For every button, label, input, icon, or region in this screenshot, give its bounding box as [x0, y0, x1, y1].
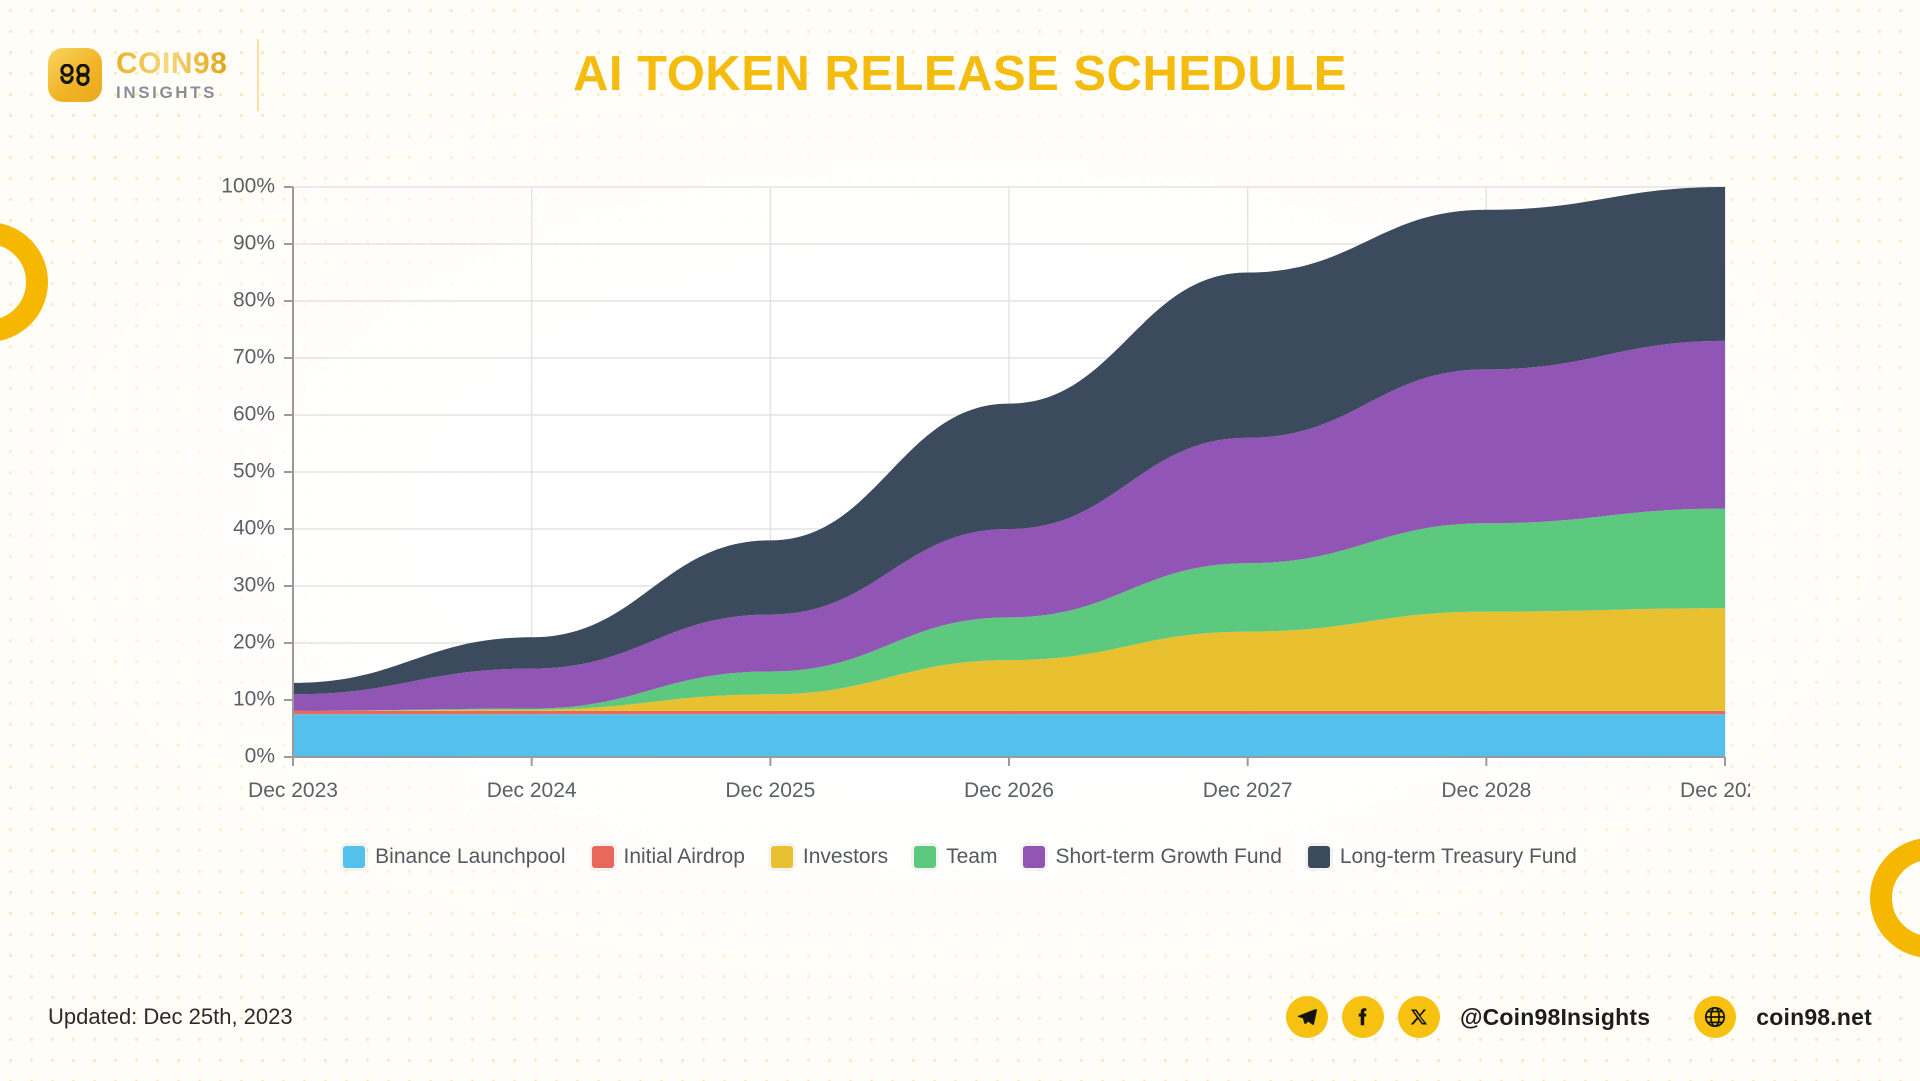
legend-swatch — [1023, 846, 1046, 868]
y-tick-label: 10% — [233, 688, 275, 711]
legend-swatch — [343, 846, 366, 868]
legend-item[interactable]: Team — [914, 845, 997, 869]
y-tick-label: 50% — [233, 460, 275, 483]
facebook-icon[interactable] — [1341, 996, 1384, 1038]
y-tick-label: 100% — [221, 175, 275, 198]
chart-y-tick-labels: 0% 10% 20% 30% 40% 50% 60% 70% 80% 90% 100% — [221, 175, 275, 768]
chart-x-tick-labels: Dec 2023 Dec 2024 Dec 2025 Dec 2026 Dec 2027… — [248, 779, 1750, 802]
y-tick-label: 0% — [245, 745, 275, 768]
page-header: COIN98 INSIGHTS AI TOKEN RELEASE SCHEDUL… — [0, 0, 1920, 150]
x-tick-label: Dec 2028 — [1441, 779, 1531, 802]
y-tick-label: 40% — [233, 517, 275, 540]
legend-item[interactable]: Initial Airdrop — [591, 845, 745, 869]
y-tick-label: 60% — [233, 403, 275, 426]
legend-item[interactable]: Short-term Growth Fund — [1023, 845, 1282, 869]
chart-canvas: 0% 10% 20% 30% 40% 50% 60% 70% 80% 90% 100% Dec 20… — [221, 175, 1750, 802]
area-series-initial-airdrop — [293, 710, 1725, 715]
legend-label: Initial Airdrop — [623, 845, 745, 868]
decorative-ring-left — [0, 222, 48, 342]
y-tick-label: 80% — [233, 289, 275, 312]
website-url: coin98.net — [1756, 1003, 1872, 1030]
y-tick-label: 20% — [233, 631, 275, 654]
page-title: AI TOKEN RELEASE SCHEDULE — [573, 47, 1347, 101]
y-tick-label: 90% — [233, 232, 275, 255]
x-twitter-icon[interactable] — [1397, 996, 1440, 1038]
legend-swatch — [591, 846, 614, 868]
legend-swatch — [914, 846, 937, 868]
stacked-area-chart: 0% 10% 20% 30% 40% 50% 60% 70% 80% 90% 100% Dec 20… — [190, 175, 1750, 855]
footer-social-bar: @Coin98Insights coin98.net — [1285, 996, 1872, 1038]
legend-item[interactable]: Investors — [770, 845, 889, 869]
legend-label: Investors — [802, 845, 889, 868]
x-tick-label: Dec 2024 — [487, 779, 577, 802]
telegram-icon[interactable] — [1285, 996, 1328, 1038]
area-series-binance-launchpool — [293, 714, 1725, 757]
updated-date: Updated: Dec 25th, 2023 — [48, 1004, 293, 1029]
legend-label: Binance Launchpool — [375, 845, 566, 868]
x-tick-label: Dec 2025 — [725, 779, 815, 802]
y-tick-label: 70% — [233, 346, 275, 369]
y-tick-label: 30% — [233, 574, 275, 597]
chart-legend: Binance Launchpool Initial Airdrop Investo… — [0, 845, 1920, 869]
legend-item[interactable]: Binance Launchpool — [343, 845, 566, 869]
globe-icon[interactable] — [1694, 996, 1737, 1038]
legend-label: Long-term Treasury Fund — [1339, 845, 1577, 868]
legend-label: Team — [946, 845, 998, 868]
x-tick-label: Dec 2029 — [1680, 779, 1750, 802]
legend-swatch — [1307, 846, 1330, 868]
legend-item[interactable]: Long-term Treasury Fund — [1307, 845, 1577, 869]
legend-swatch — [770, 846, 793, 868]
legend-label: Short-term Growth Fund — [1055, 845, 1282, 868]
x-tick-label: Dec 2023 — [248, 779, 338, 802]
x-tick-label: Dec 2026 — [964, 779, 1054, 802]
social-handle: @Coin98Insights — [1459, 1003, 1651, 1030]
x-tick-label: Dec 2027 — [1203, 779, 1293, 802]
